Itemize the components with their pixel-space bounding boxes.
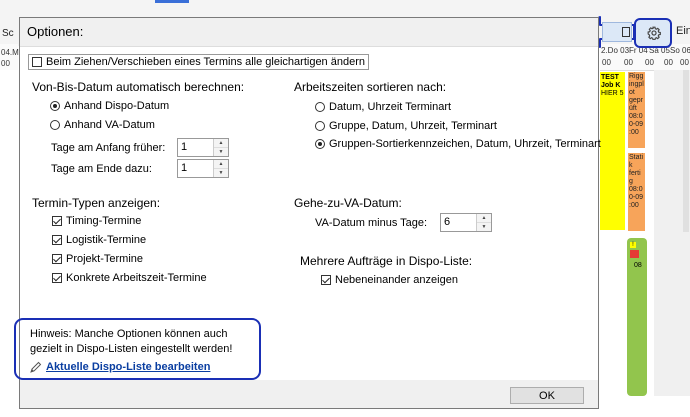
tage-ende-stepper[interactable]: 1 ▲ ▼ <box>177 159 229 178</box>
panel-icon <box>622 27 630 37</box>
spin-up-icon[interactable]: ▲ <box>477 214 491 222</box>
checkbox-indicator[interactable] <box>52 216 62 226</box>
gear-icon <box>647 26 661 40</box>
move-all-similar-label: Beim Ziehen/Verschieben eines Termins al… <box>46 56 365 68</box>
warning-flag-icon: ! <box>630 242 636 248</box>
einheit-label: Einh <box>676 25 690 37</box>
radio-sort-gruppe[interactable]: Gruppe, Datum, Uhrzeit, Terminart <box>315 120 497 132</box>
checkbox-indicator[interactable] <box>52 273 62 283</box>
checkbox-label: Projekt-Termine <box>66 253 144 265</box>
settings-button[interactable] <box>634 18 672 48</box>
termin-typen-heading: Termin-Typen anzeigen: <box>32 196 161 210</box>
spin-down-icon[interactable]: ▼ <box>477 222 491 231</box>
arbeitszeiten-heading: Arbeitszeiten sortieren nach: <box>294 80 447 94</box>
radio-sort-gruppen-kennzeichen[interactable]: Gruppen-Sortierkennzeichen, Datum, Uhrze… <box>315 138 601 150</box>
checkbox-indicator[interactable] <box>321 275 331 285</box>
radio-label: Gruppen-Sortierkennzeichen, Datum, Uhrze… <box>329 138 601 150</box>
radio-label: Anhand VA-Datum <box>64 119 155 131</box>
checkbox-timing-termine[interactable]: Timing-Termine <box>52 215 141 227</box>
timeline-hour: 00 <box>664 58 673 67</box>
edit-dispo-list-link[interactable]: Aktuelle Dispo-Liste bearbeiten <box>30 361 210 373</box>
event-block-orange[interactable]: Stati k ferti g 08:0 0-09 :00 <box>628 153 645 231</box>
dialog-title: Optionen: <box>27 24 84 39</box>
move-all-similar-option[interactable]: Beim Ziehen/Verschieben eines Termins al… <box>28 54 369 70</box>
event-line: TEST <box>601 74 619 81</box>
radio-indicator[interactable] <box>315 102 325 112</box>
event-block-yellow[interactable]: TEST Job K HIER 5 <box>600 72 625 230</box>
spin-down-icon[interactable]: ▼ <box>214 147 228 156</box>
timeline-left-header: 04.M 00 <box>0 44 19 70</box>
radio-anhand-va-datum[interactable]: Anhand VA-Datum <box>50 119 155 131</box>
radio-indicator[interactable] <box>50 120 60 130</box>
edit-dispo-list-link-text[interactable]: Aktuelle Dispo-Liste bearbeiten <box>46 361 210 373</box>
hint-line: Hinweis: Manche Optionen können auch <box>30 328 228 340</box>
spin-up-icon[interactable]: ▲ <box>214 160 228 168</box>
schedule-column-divider <box>683 70 689 232</box>
hint-line: gezielt in Dispo-Listen eingestellt werd… <box>30 343 233 355</box>
radio-label: Anhand Dispo-Datum <box>64 100 170 112</box>
checkbox-label: Nebeneinander anzeigen <box>335 274 458 286</box>
radio-indicator[interactable] <box>315 139 325 149</box>
gehe-zu-heading: Gehe-zu-VA-Datum: <box>294 196 402 210</box>
timeline-hour: 00 <box>602 58 611 67</box>
tage-anfang-value[interactable]: 1 <box>178 139 213 156</box>
tage-anfang-label: Tage am Anfang früher: <box>51 142 166 154</box>
status-marker <box>630 250 639 258</box>
event-block-orange[interactable]: Rigg ingpl ot gepr üft 08:0 0-09 :00 <box>628 72 645 148</box>
tage-ende-label: Tage am Ende dazu: <box>51 163 152 175</box>
ok-button[interactable]: OK <box>510 387 584 404</box>
radio-label: Datum, Uhrzeit Terminart <box>329 101 452 113</box>
tage-ende-value[interactable]: 1 <box>178 160 213 177</box>
checkbox-konkrete-arbeitszeit-termine[interactable]: Konkrete Arbeitszeit-Termine <box>52 272 207 284</box>
event-block-green[interactable]: ! 08 <box>627 238 647 396</box>
options-dialog: Optionen: Beim Ziehen/Verschieben eines … <box>14 17 601 409</box>
va-datum-minus-value[interactable]: 6 <box>441 214 476 231</box>
toolbar-button[interactable] <box>602 22 632 42</box>
checkbox-logistik-termine[interactable]: Logistik-Termine <box>52 234 146 246</box>
timeline-hour: 00 <box>645 58 654 67</box>
pencil-icon <box>30 361 42 373</box>
tage-anfang-stepper[interactable]: 1 ▲ ▼ <box>177 138 229 157</box>
toolbar-truncated-label: Sc <box>2 28 14 39</box>
event-line: HIER 5 <box>601 90 624 97</box>
timeline-hour: 00 <box>680 58 689 67</box>
checkbox-indicator[interactable] <box>52 254 62 264</box>
timeline-left-hour: 00 <box>1 59 10 68</box>
checkbox-indicator[interactable] <box>52 235 62 245</box>
checkbox-nebeneinander[interactable]: Nebeneinander anzeigen <box>321 274 458 286</box>
hint-text: Hinweis: Manche Optionen können auch gez… <box>30 327 232 357</box>
checkbox-label: Konkrete Arbeitszeit-Termine <box>66 272 207 284</box>
move-all-similar-checkbox[interactable] <box>32 57 42 67</box>
dialog-footer: OK <box>20 380 598 408</box>
checkbox-label: Logistik-Termine <box>66 234 147 246</box>
checkbox-label: Timing-Termine <box>66 215 142 227</box>
timeline-left-date: 04.M <box>1 48 19 57</box>
va-datum-minus-stepper[interactable]: 6 ▲ ▼ <box>440 213 492 232</box>
radio-label: Gruppe, Datum, Uhrzeit, Terminart <box>329 120 497 132</box>
timeline-hour: 00 <box>624 58 633 67</box>
radio-anhand-dispo-datum[interactable]: Anhand Dispo-Datum <box>50 100 169 112</box>
event-line: Job K <box>601 82 621 89</box>
va-datum-minus-label: VA-Datum minus Tage: <box>315 217 428 229</box>
vonbis-heading: Von-Bis-Datum automatisch berechnen: <box>32 80 245 94</box>
mehrere-auftraege-heading: Mehrere Aufträge in Dispo-Liste: <box>300 254 473 268</box>
event-time-label: 08 <box>634 262 642 269</box>
radio-sort-datum[interactable]: Datum, Uhrzeit Terminart <box>315 101 451 113</box>
spin-up-icon[interactable]: ▲ <box>214 139 228 147</box>
dialog-content: Beim Ziehen/Verschieben eines Termins al… <box>14 46 601 382</box>
spin-down-icon[interactable]: ▼ <box>214 168 228 177</box>
toolbar-active-indicator <box>155 0 189 3</box>
timeline-date: So 06 <box>670 46 690 55</box>
radio-indicator[interactable] <box>50 101 60 111</box>
radio-indicator[interactable] <box>315 121 325 131</box>
checkbox-projekt-termine[interactable]: Projekt-Termine <box>52 253 143 265</box>
